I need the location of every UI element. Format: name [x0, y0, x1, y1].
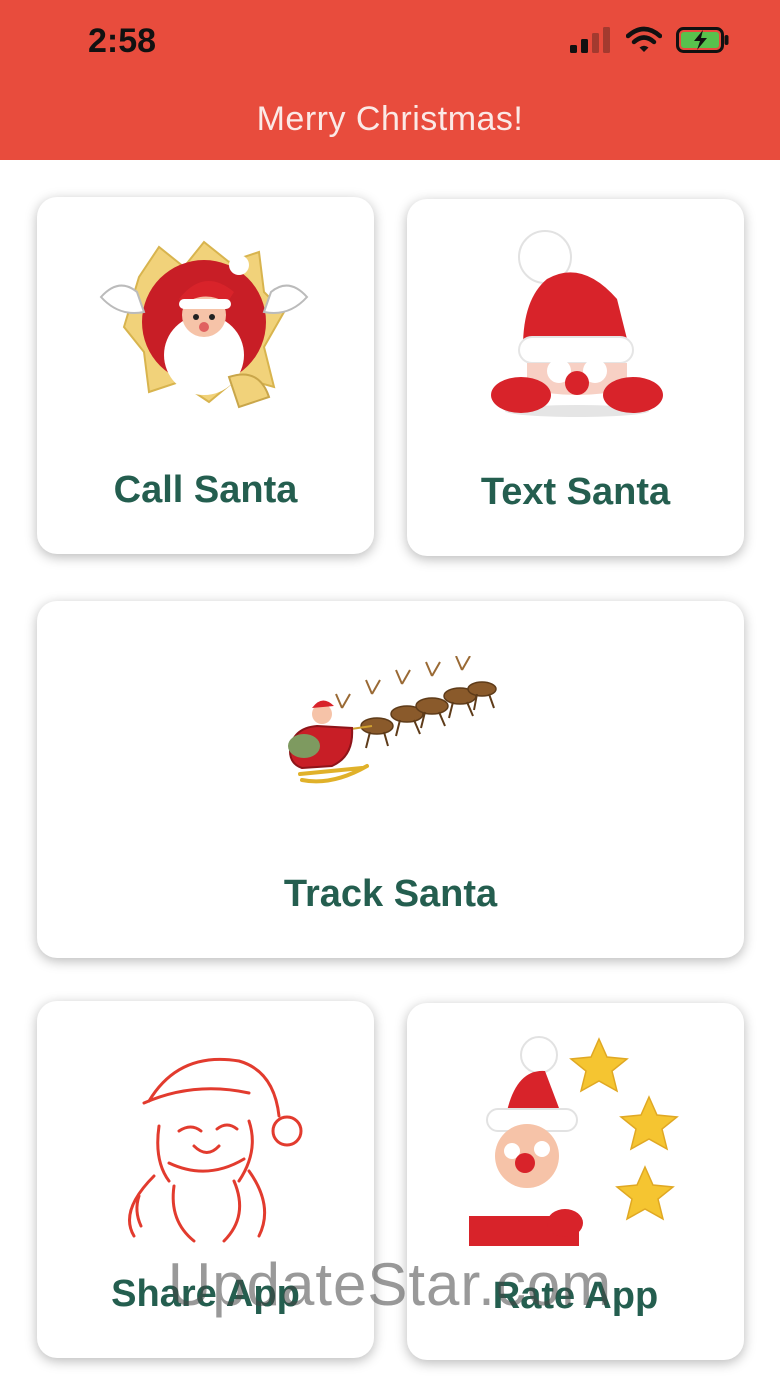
text-santa-label: Text Santa: [480, 471, 671, 513]
santa-sleigh-reindeer-icon: [288, 656, 497, 784]
text-santa-button[interactable]: Text Santa: [407, 199, 744, 556]
santa-peeking-icon: [491, 230, 663, 417]
app-header: 2:58 Merry Christmas!: [0, 0, 780, 160]
rate-app-label: Rate App: [492, 1275, 659, 1317]
status-time: 2:58: [88, 22, 157, 60]
status-icons: [570, 26, 730, 54]
share-app-button[interactable]: Share App: [37, 1001, 374, 1358]
share-app-label: Share App: [111, 1273, 300, 1315]
santa-outline-icon: [128, 1057, 303, 1243]
rate-app-button[interactable]: Rate App: [407, 1003, 744, 1360]
battery-charging-icon: [676, 27, 729, 53]
track-santa-button[interactable]: Track Santa: [37, 601, 744, 958]
wifi-icon: [626, 26, 662, 52]
cellular-signal-icon: [570, 27, 610, 53]
santa-breaking-through-icon: [99, 240, 309, 409]
track-santa-label: Track Santa: [283, 873, 498, 915]
santa-with-stars-icon: [469, 1036, 679, 1246]
call-santa-label: Call Santa: [113, 469, 298, 511]
page-title: Merry Christmas!: [256, 100, 524, 138]
call-santa-button[interactable]: Call Santa: [37, 197, 374, 554]
